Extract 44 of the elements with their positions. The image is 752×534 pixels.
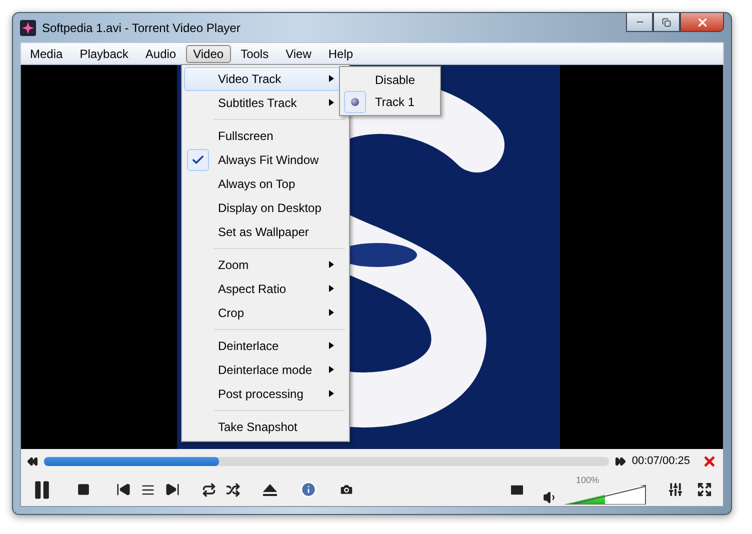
menu-entry[interactable]: Zoom bbox=[184, 253, 347, 277]
menu-entry[interactable]: Fullscreen bbox=[184, 124, 347, 148]
menu-item[interactable]: View bbox=[278, 44, 318, 62]
menu-item[interactable]: Audio bbox=[138, 44, 184, 62]
menu-entry[interactable]: Aspect Ratio bbox=[184, 277, 347, 301]
menu-entry[interactable]: Set as Wallpaper bbox=[184, 220, 347, 244]
menu-item[interactable]: Video bbox=[186, 44, 231, 62]
maximize-button[interactable] bbox=[653, 13, 680, 32]
close-icon bbox=[696, 16, 708, 28]
rewind-button[interactable] bbox=[27, 456, 38, 466]
restore-icon bbox=[662, 18, 671, 26]
menu-item[interactable]: Tools bbox=[234, 44, 276, 62]
minimize-button[interactable] bbox=[626, 13, 653, 32]
fast-forward-button[interactable] bbox=[614, 456, 626, 466]
volume-reading: 100% bbox=[576, 474, 600, 484]
app-icon bbox=[20, 20, 36, 36]
equalizer-button[interactable] bbox=[668, 482, 683, 497]
stop-button[interactable] bbox=[77, 483, 90, 496]
menu-item[interactable]: Media bbox=[23, 44, 70, 62]
fullscreen-button[interactable] bbox=[697, 482, 712, 497]
menu-entry[interactable]: Post processing bbox=[184, 382, 347, 406]
playback-time: 00:07/00:25 bbox=[632, 455, 690, 467]
shuffle-button[interactable] bbox=[226, 482, 240, 496]
menu-entry[interactable]: Take Snapshot bbox=[184, 415, 347, 439]
seek-bar[interactable] bbox=[44, 456, 609, 466]
close-icon[interactable] bbox=[702, 454, 717, 468]
menu-entry[interactable]: Crop bbox=[184, 301, 347, 325]
window-title: Softpedia 1.avi - Torrent Video Player bbox=[42, 20, 240, 34]
menu-entry[interactable]: Display on Desktop bbox=[184, 196, 347, 220]
previous-button[interactable] bbox=[116, 482, 131, 497]
menu-item[interactable]: Help bbox=[321, 44, 360, 62]
close-button[interactable] bbox=[680, 13, 724, 32]
menu-entry[interactable]: Always on Top bbox=[184, 172, 347, 196]
menu-entry[interactable]: Track 1 bbox=[342, 91, 438, 113]
menu-item[interactable]: Playback bbox=[72, 44, 136, 62]
menu-entry[interactable]: Deinterlace mode bbox=[184, 358, 347, 382]
menu-entry[interactable]: Always Fit Window bbox=[184, 148, 347, 172]
info-button[interactable] bbox=[300, 481, 317, 498]
snapshot-button[interactable] bbox=[339, 482, 354, 497]
eject-button[interactable] bbox=[262, 482, 278, 496]
next-button[interactable] bbox=[165, 482, 180, 497]
menu-entry[interactable]: Deinterlace bbox=[184, 334, 347, 358]
repeat-button[interactable] bbox=[202, 482, 216, 496]
playlist-button[interactable] bbox=[141, 482, 155, 496]
